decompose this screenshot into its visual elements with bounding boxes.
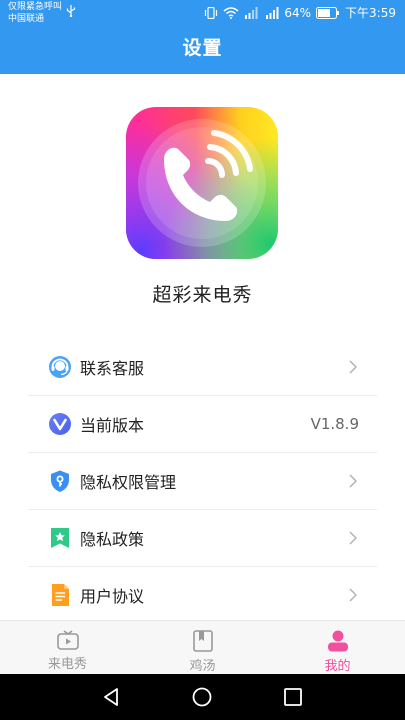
clock: 下午3:59 [345, 6, 396, 20]
version-icon [48, 412, 72, 436]
document-icon [48, 583, 72, 607]
menu-item-privacy-permissions[interactable]: 隐私权限管理 [28, 453, 377, 510]
tv-play-icon [56, 630, 79, 650]
vibrate-icon [205, 7, 218, 19]
tab-label: 来电秀 [47, 657, 87, 672]
settings-menu: 联系客服 当前版本 V1.8.9 隐私权限管理 隐私政策 用户协议 [28, 339, 377, 623]
chevron-right-icon [349, 360, 357, 374]
emergency-text: 仅限紧急呼叫 [8, 2, 63, 12]
book-icon [192, 630, 213, 652]
bookmark-star-icon [48, 526, 72, 550]
status-left: 仅限紧急呼叫 中国联通 [8, 1, 62, 25]
chevron-right-icon [349, 474, 357, 488]
tab-soup[interactable]: 鸡汤 [135, 621, 270, 675]
menu-label: 当前版本 [80, 416, 145, 435]
carrier-text: 中国联通 [8, 14, 45, 24]
app-name: 超彩来电秀 [152, 284, 253, 306]
system-nav-bar [0, 674, 405, 720]
menu-item-contact-service[interactable]: 联系客服 [28, 339, 377, 396]
battery-icon [316, 7, 340, 19]
app-logo [126, 107, 278, 259]
menu-label: 隐私政策 [80, 530, 145, 549]
usb-icon [66, 5, 76, 17]
tab-call-show[interactable]: 来电秀 [0, 621, 135, 675]
back-icon[interactable] [100, 686, 122, 708]
menu-item-privacy-policy[interactable]: 隐私政策 [28, 510, 377, 567]
status-right: 64% 下午3:59 [204, 6, 396, 20]
battery-percent: 64% [284, 6, 312, 20]
page-title: 设置 [0, 26, 405, 74]
tab-mine[interactable]: 我的 [270, 621, 405, 675]
chevron-right-icon [349, 588, 357, 602]
menu-label: 隐私权限管理 [80, 473, 177, 492]
tab-label: 鸡汤 [189, 659, 216, 674]
menu-label: 联系客服 [80, 359, 145, 378]
home-icon[interactable] [191, 686, 213, 708]
menu-item-user-agreement[interactable]: 用户协议 [28, 567, 377, 623]
chevron-right-icon [349, 531, 357, 545]
menu-item-current-version[interactable]: 当前版本 V1.8.9 [28, 396, 377, 453]
recents-icon[interactable] [282, 686, 304, 708]
tab-label: 我的 [324, 659, 351, 674]
status-bar: 仅限紧急呼叫 中国联通 64% 下午3:59 [0, 0, 405, 26]
shield-icon [48, 469, 72, 493]
user-icon [327, 630, 348, 652]
menu-label: 用户协议 [80, 587, 145, 606]
bottom-tab-bar: 来电秀 鸡汤 我的 [0, 620, 405, 675]
signal-icon-1 [245, 7, 258, 19]
signal-icon-2 [266, 7, 279, 19]
wifi-icon [223, 7, 239, 19]
version-value: V1.8.9 [310, 415, 359, 433]
customer-service-icon [48, 355, 72, 379]
